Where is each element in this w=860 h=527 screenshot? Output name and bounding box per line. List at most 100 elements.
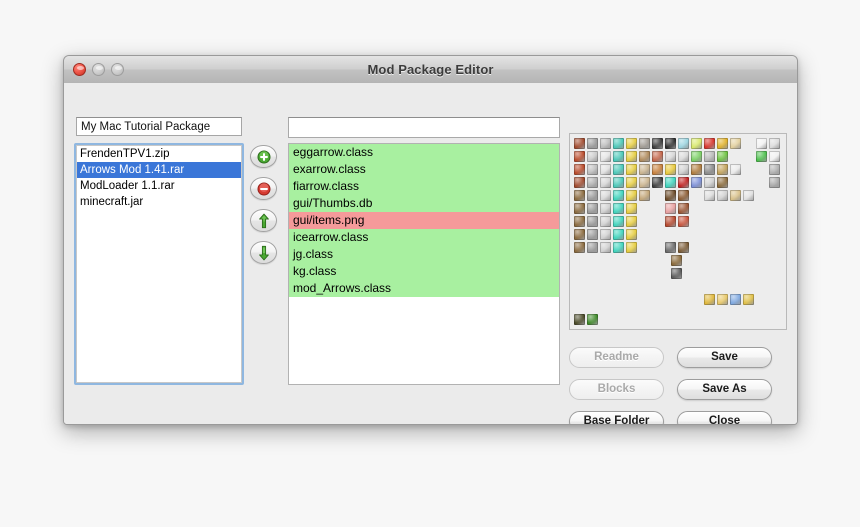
atlas-cell-leggings bbox=[587, 164, 598, 175]
save-button[interactable]: Save bbox=[677, 347, 772, 368]
atlas-cell-boots bbox=[600, 177, 611, 188]
close-button[interactable]: Close bbox=[677, 411, 772, 424]
atlas-cell-sugarcane bbox=[691, 151, 702, 162]
atlas-cell-seed bbox=[665, 190, 676, 201]
atlas-cell-bucket bbox=[704, 190, 715, 201]
texture-preview-panel[interactable] bbox=[569, 133, 787, 330]
atlas-cell-coal bbox=[652, 138, 663, 149]
add-button[interactable] bbox=[250, 145, 277, 168]
atlas-cell-chestplate bbox=[626, 151, 637, 162]
atlas-cell-gold bbox=[665, 164, 676, 175]
list-item[interactable]: ModLoader 1.1.rar bbox=[77, 178, 241, 194]
move-down-button[interactable] bbox=[250, 241, 277, 264]
atlas-cell-pickaxe-wood bbox=[574, 216, 585, 227]
list-item[interactable]: exarrow.class bbox=[289, 161, 559, 178]
atlas-cell-shovel-diamond bbox=[613, 203, 624, 214]
mod-package-editor-window: Mod Package Editor FrendenTPV1.zip Arrow… bbox=[63, 55, 798, 425]
list-action-buttons bbox=[250, 145, 282, 273]
plus-circle-icon bbox=[257, 150, 270, 163]
atlas-cell-boots bbox=[574, 177, 585, 188]
atlas-cell-saddle bbox=[665, 216, 676, 227]
minus-circle-icon bbox=[257, 182, 270, 195]
list-item[interactable]: jg.class bbox=[289, 246, 559, 263]
list-item[interactable]: eggarrow.class bbox=[289, 144, 559, 161]
atlas-cell-bucket-water bbox=[717, 190, 728, 201]
atlas-cell-paper bbox=[730, 164, 741, 175]
window-content: FrendenTPV1.zip Arrows Mod 1.41.rar ModL… bbox=[64, 83, 797, 424]
atlas-cell-minecart-chest bbox=[678, 242, 689, 253]
base-folder-button[interactable]: Base Folder bbox=[569, 411, 664, 424]
atlas-cell-stick bbox=[639, 190, 650, 201]
atlas-cell-hoe-diamond bbox=[613, 242, 624, 253]
atlas-cell-boots bbox=[613, 177, 624, 188]
arrow-up-icon bbox=[258, 213, 269, 228]
atlas-cell-leggings bbox=[626, 164, 637, 175]
list-item[interactable]: kg.class bbox=[289, 263, 559, 280]
atlas-cell-sword-diamond bbox=[613, 190, 624, 201]
atlas-cell-hoe-iron bbox=[600, 242, 611, 253]
atlas-cell-pickaxe-diamond bbox=[613, 216, 624, 227]
list-item[interactable]: FrendenTPV1.zip bbox=[77, 146, 241, 162]
atlas-cell-cooked-porkchop bbox=[678, 203, 689, 214]
atlas-cell-bucket-lava bbox=[730, 190, 741, 201]
atlas-cell-arrow bbox=[678, 151, 689, 162]
atlas-cell-axe-stone bbox=[587, 229, 598, 240]
atlas-cell-helmet bbox=[600, 138, 611, 149]
atlas-cell-helmet bbox=[626, 138, 637, 149]
atlas-cell-spawn-egg bbox=[587, 314, 598, 325]
list-item[interactable]: mod_Arrows.class bbox=[289, 280, 559, 297]
blocks-button[interactable]: Blocks bbox=[569, 379, 664, 400]
list-item[interactable]: fiarrow.class bbox=[289, 178, 559, 195]
atlas-cell-helmet-gray bbox=[769, 164, 780, 175]
atlas-cell-ingot bbox=[678, 164, 689, 175]
atlas-cell-apple bbox=[704, 138, 715, 149]
atlas-cell-chestplate bbox=[587, 151, 598, 162]
readme-button[interactable]: Readme bbox=[569, 347, 664, 368]
atlas-cell-axe-iron bbox=[600, 229, 611, 240]
atlas-cell-shovel-iron bbox=[600, 203, 611, 214]
file-list[interactable]: eggarrow.class exarrow.class fiarrow.cla… bbox=[288, 143, 560, 385]
atlas-cell-diamond bbox=[665, 177, 676, 188]
atlas-cell-raw-porkchop bbox=[665, 203, 676, 214]
atlas-cell-hoe-gold bbox=[626, 242, 637, 253]
list-item[interactable]: minecraft.jar bbox=[77, 194, 241, 210]
atlas-cell-arrow-item bbox=[743, 294, 754, 305]
atlas-cell-stick bbox=[639, 164, 650, 175]
atlas-cell-pickaxe-stone bbox=[587, 216, 598, 227]
atlas-cell-arrow-item bbox=[730, 294, 741, 305]
atlas-cell-chestplate bbox=[600, 151, 611, 162]
atlas-cell-shovel-gold bbox=[626, 203, 637, 214]
atlas-cell-minecart-furnace bbox=[671, 255, 682, 266]
atlas-cell-coal-block bbox=[652, 177, 663, 188]
atlas-cell-sword-stone bbox=[587, 190, 598, 201]
atlas-cell-minecart bbox=[665, 242, 676, 253]
window-titlebar[interactable]: Mod Package Editor bbox=[64, 56, 797, 84]
atlas-cell-dye bbox=[756, 151, 767, 162]
list-item[interactable]: icearrow.class bbox=[289, 229, 559, 246]
atlas-cell-stick bbox=[639, 177, 650, 188]
package-name-input[interactable] bbox=[76, 117, 242, 136]
atlas-cell-helmet bbox=[574, 138, 585, 149]
list-item[interactable]: gui/items.png bbox=[289, 212, 559, 229]
atlas-cell-boots-gray bbox=[769, 177, 780, 188]
atlas-cell-sword-wood bbox=[574, 190, 585, 201]
atlas-cell-book-brown bbox=[717, 177, 728, 188]
atlas-cell-shovel-stone bbox=[587, 203, 598, 214]
list-item[interactable]: gui/Thumbs.db bbox=[289, 195, 559, 212]
atlas-cell-wheat bbox=[717, 151, 728, 162]
save-as-button[interactable]: Save As bbox=[677, 379, 772, 400]
atlas-cell-bucket-milk bbox=[743, 190, 754, 201]
atlas-cell-pickaxe-gold bbox=[626, 216, 637, 227]
search-input[interactable] bbox=[288, 117, 560, 138]
list-item[interactable]: Arrows Mod 1.41.rar bbox=[77, 162, 241, 178]
move-up-button[interactable] bbox=[250, 209, 277, 232]
atlas-cell-minecart-hopper bbox=[671, 268, 682, 279]
atlas-cell-shears bbox=[704, 164, 715, 175]
atlas-cell-door bbox=[678, 216, 689, 227]
atlas-cell-hoe-wood bbox=[574, 242, 585, 253]
atlas-cell-arrow-item bbox=[704, 294, 715, 305]
remove-button[interactable] bbox=[250, 177, 277, 200]
package-list[interactable]: FrendenTPV1.zip Arrows Mod 1.41.rar ModL… bbox=[74, 143, 244, 385]
atlas-cell-axe-gold bbox=[626, 229, 637, 240]
atlas-cell-chestplate bbox=[574, 151, 585, 162]
